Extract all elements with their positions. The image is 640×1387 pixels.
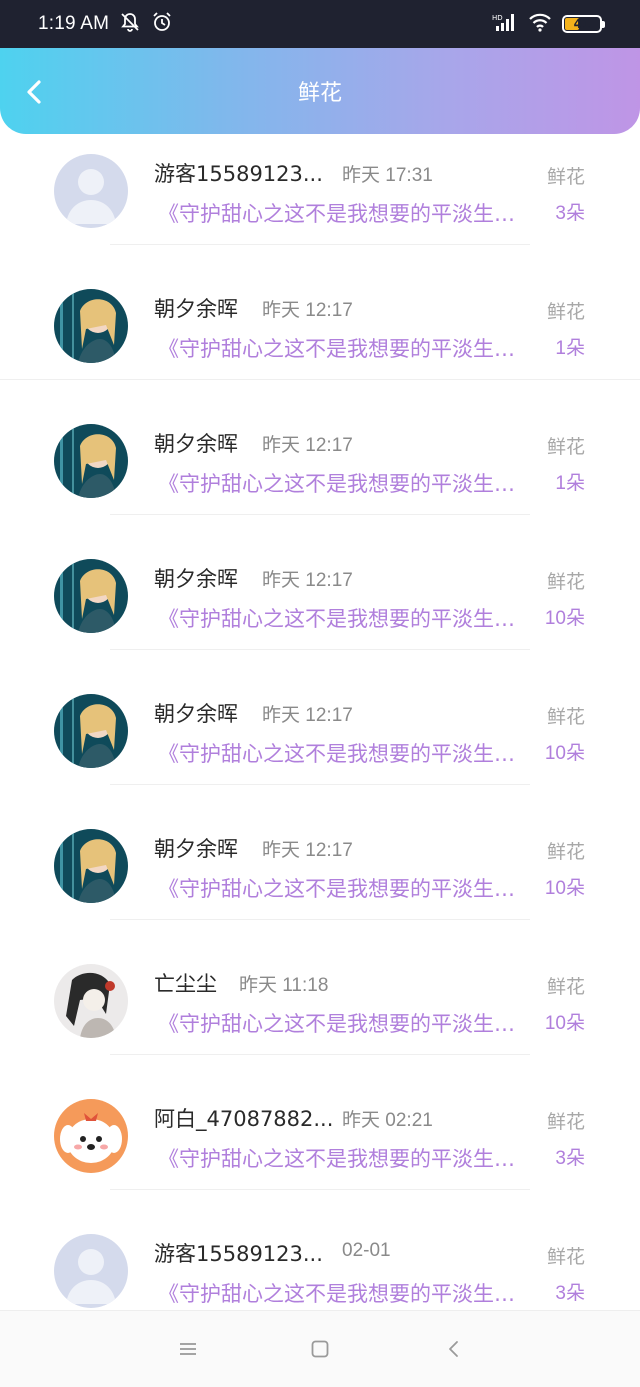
divider xyxy=(0,379,640,380)
user-name: 朝夕余晖 xyxy=(154,702,238,726)
avatar[interactable] xyxy=(54,424,128,498)
divider xyxy=(110,514,530,515)
gift-time: 昨天 12:17 xyxy=(262,840,353,861)
hd-signal-icon: HD xyxy=(492,12,518,36)
avatar[interactable] xyxy=(54,829,128,903)
list-item[interactable]: 亡尘尘 昨天 11:18 《守护甜心之这不是我想要的平淡生活》 鲜花 10朵 xyxy=(0,944,640,1079)
list-item[interactable]: 游客15589123... 02-01 《守护甜心之这不是我想要的平淡生活》 鲜… xyxy=(0,1214,640,1310)
divider xyxy=(110,244,530,245)
book-title[interactable]: 《守护甜心之这不是我想要的平淡生活》 xyxy=(158,333,534,363)
gift-time: 02-01 xyxy=(342,1240,391,1261)
divider xyxy=(110,649,530,650)
gift-type: 鲜花 xyxy=(546,436,585,458)
avatar[interactable] xyxy=(54,289,128,363)
user-name: 阿白_47087882... xyxy=(154,1107,334,1131)
gift-time: 昨天 12:17 xyxy=(262,570,353,591)
list-item[interactable]: 阿白_47087882... 昨天 02:21 《守护甜心之这不是我想要的平淡生… xyxy=(0,1079,640,1214)
gift-type: 鲜花 xyxy=(546,1246,585,1268)
menu-icon xyxy=(180,1343,196,1355)
gift-count: 10朵 xyxy=(544,743,585,764)
system-nav-bar xyxy=(0,1310,640,1387)
user-name: 游客15589123... xyxy=(154,1242,323,1266)
book-title[interactable]: 《守护甜心之这不是我想要的平淡生活》 xyxy=(158,1278,534,1308)
list-item[interactable]: 朝夕余晖 昨天 12:17 《守护甜心之这不是我想要的平淡生活》 鲜花 1朵 xyxy=(0,269,640,404)
list-item[interactable]: 朝夕余晖 昨天 12:17 《守护甜心之这不是我想要的平淡生活》 鲜花 10朵 xyxy=(0,539,640,674)
alarm-icon xyxy=(151,11,173,37)
avatar[interactable] xyxy=(54,559,128,633)
gift-count: 3朵 xyxy=(555,1148,585,1169)
chevron-left-icon xyxy=(27,80,41,104)
gift-type: 鲜花 xyxy=(546,571,585,593)
avatar[interactable] xyxy=(54,964,128,1038)
book-title[interactable]: 《守护甜心之这不是我想要的平淡生活》 xyxy=(158,873,534,903)
gift-type: 鲜花 xyxy=(546,706,585,728)
gift-type: 鲜花 xyxy=(546,1111,585,1133)
gift-time: 昨天 12:17 xyxy=(262,705,353,726)
battery-icon: 41 xyxy=(562,15,605,33)
divider xyxy=(110,1054,530,1055)
gift-time: 昨天 12:17 xyxy=(262,435,353,456)
avatar[interactable] xyxy=(54,154,128,228)
status-time: 1:19 AM xyxy=(38,13,110,34)
bell-off-icon xyxy=(119,11,141,37)
list-item[interactable]: 游客15589123... 昨天 17:31 《守护甜心之这不是我想要的平淡生活… xyxy=(0,134,640,269)
divider xyxy=(110,919,530,920)
header-bar: 鲜花 xyxy=(0,48,640,134)
gift-count: 3朵 xyxy=(555,203,585,224)
svg-text:HD: HD xyxy=(492,14,503,22)
gift-type: 鲜花 xyxy=(546,301,585,323)
gift-type: 鲜花 xyxy=(546,841,585,863)
status-right: HD 41 xyxy=(492,12,605,36)
user-name: 朝夕余晖 xyxy=(154,432,238,456)
book-title[interactable]: 《守护甜心之这不是我想要的平淡生活》 xyxy=(158,738,534,768)
status-left: 1:19 AM xyxy=(38,11,173,37)
user-name: 亡尘尘 xyxy=(154,972,217,996)
gift-type: 鲜花 xyxy=(546,976,585,998)
back-nav-button[interactable] xyxy=(440,1335,468,1363)
avatar[interactable] xyxy=(54,1099,128,1173)
back-triangle-icon xyxy=(449,1341,458,1357)
book-title[interactable]: 《守护甜心之这不是我想要的平淡生活》 xyxy=(158,1143,534,1173)
list-item[interactable]: 朝夕余晖 昨天 12:17 《守护甜心之这不是我想要的平淡生活》 鲜花 1朵 xyxy=(0,404,640,539)
status-bar: 1:19 AM HD 41 xyxy=(0,0,640,48)
back-button[interactable] xyxy=(22,78,46,106)
gift-count: 10朵 xyxy=(544,878,585,899)
gift-time: 昨天 11:18 xyxy=(239,975,329,996)
book-title[interactable]: 《守护甜心之这不是我想要的平淡生活》 xyxy=(158,198,534,228)
gift-time: 昨天 02:21 xyxy=(342,1110,433,1131)
gift-time: 昨天 17:31 xyxy=(342,165,433,186)
battery-level: 41 xyxy=(573,17,591,31)
avatar[interactable] xyxy=(54,694,128,768)
gift-type: 鲜花 xyxy=(546,166,585,188)
gift-count: 10朵 xyxy=(544,1013,585,1034)
book-title[interactable]: 《守护甜心之这不是我想要的平淡生活》 xyxy=(158,468,534,498)
divider xyxy=(110,784,530,785)
wifi-icon xyxy=(528,12,552,36)
gift-count: 10朵 xyxy=(544,608,585,629)
divider xyxy=(110,1189,530,1190)
gift-count: 3朵 xyxy=(555,1283,585,1304)
page-title: 鲜花 xyxy=(297,81,342,106)
user-name: 游客15589123... xyxy=(154,162,323,186)
home-button[interactable] xyxy=(306,1335,334,1363)
user-name: 朝夕余晖 xyxy=(154,297,238,321)
book-title[interactable]: 《守护甜心之这不是我想要的平淡生活》 xyxy=(158,603,534,633)
gift-time: 昨天 12:17 xyxy=(262,300,353,321)
menu-button[interactable] xyxy=(174,1335,202,1363)
gift-count: 1朵 xyxy=(555,473,585,494)
gift-count: 1朵 xyxy=(555,338,585,359)
home-square-icon xyxy=(311,1340,329,1358)
list-item[interactable]: 朝夕余晖 昨天 12:17 《守护甜心之这不是我想要的平淡生活》 鲜花 10朵 xyxy=(0,674,640,809)
book-title[interactable]: 《守护甜心之这不是我想要的平淡生活》 xyxy=(158,1008,534,1038)
avatar[interactable] xyxy=(54,1234,128,1308)
user-name: 朝夕余晖 xyxy=(154,837,238,861)
flower-record-list: 游客15589123... 昨天 17:31 《守护甜心之这不是我想要的平淡生活… xyxy=(0,134,640,1310)
list-item[interactable]: 朝夕余晖 昨天 12:17 《守护甜心之这不是我想要的平淡生活》 鲜花 10朵 xyxy=(0,809,640,944)
user-name: 朝夕余晖 xyxy=(154,567,238,591)
